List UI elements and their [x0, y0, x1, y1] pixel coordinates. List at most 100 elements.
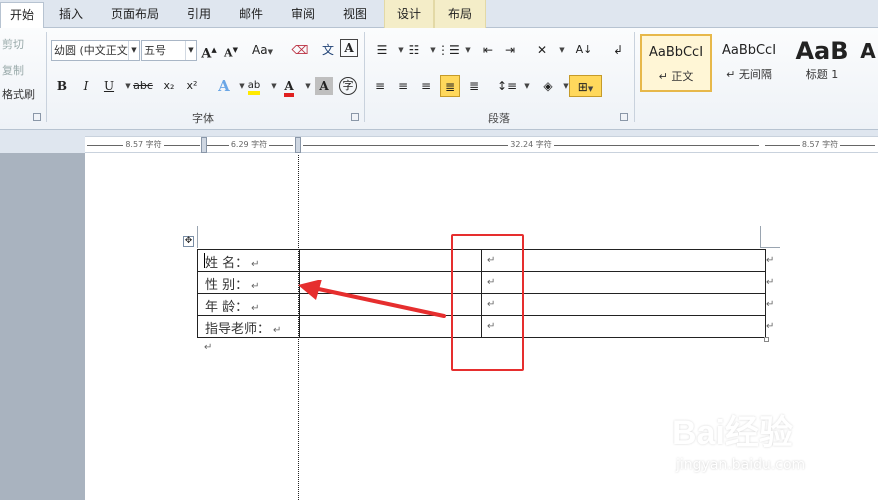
- strikethrough-button[interactable]: abc: [133, 75, 153, 97]
- table-cell-value[interactable]: ↵: [481, 249, 766, 272]
- borders-button[interactable]: ⊞▼: [569, 75, 602, 97]
- bullets-icon[interactable]: ☰: [372, 39, 392, 61]
- highlight-box-annotation: [451, 234, 524, 371]
- chevron-down-icon[interactable]: ▼: [517, 75, 537, 97]
- font-color-icon[interactable]: A: [279, 75, 299, 97]
- enclose-char-icon[interactable]: 字: [339, 77, 357, 95]
- row-end-mark: ↵: [766, 299, 775, 310]
- table-move-handle-icon[interactable]: ✥: [183, 236, 194, 247]
- style-sample: A: [860, 39, 876, 63]
- char-border-icon[interactable]: A: [340, 39, 358, 57]
- phonetic-guide-icon[interactable]: 文: [318, 39, 338, 61]
- table-cell-label[interactable]: 年 龄： ↵: [197, 293, 300, 316]
- align-right-icon[interactable]: ≡: [416, 75, 436, 97]
- underline-button[interactable]: U: [99, 75, 119, 97]
- font-name-combo[interactable]: 幼圆 (中文正文 ▼: [51, 40, 140, 61]
- ribbon: 剪切 复制 格式刷 幼圆 (中文正文 ▼ 五号 ▼ A▲ A▼ Aa▼ ⌫ 文 …: [0, 28, 878, 130]
- ruler-segment: 8.57 字符: [87, 140, 200, 150]
- chevron-down-icon[interactable]: ▼: [552, 39, 572, 61]
- watermark-logo: Bai经验: [672, 414, 793, 452]
- shading-icon[interactable]: ◈: [538, 75, 558, 97]
- tab-table-design[interactable]: 设计: [384, 0, 434, 28]
- justify-icon[interactable]: ≣: [440, 75, 460, 97]
- table-cell-label[interactable]: 性 别： ↵: [197, 271, 300, 294]
- group-separator: [364, 32, 365, 122]
- increase-indent-icon[interactable]: ⇥: [500, 39, 520, 61]
- horizontal-ruler[interactable]: 8.57 字符 6.29 字符 32.24 字符 8.57 字符: [85, 136, 878, 153]
- text-effects-icon[interactable]: A: [214, 75, 234, 97]
- superscript-button[interactable]: x²: [182, 75, 202, 97]
- style-name: ↵ 无间隔: [726, 68, 772, 81]
- tab-mailings[interactable]: 邮件: [232, 2, 270, 28]
- shrink-font-icon[interactable]: A▼: [221, 39, 241, 61]
- group-separator: [46, 32, 47, 122]
- bold-button[interactable]: B: [52, 75, 72, 97]
- margin-corner-mark: [760, 226, 780, 248]
- tab-table-layout[interactable]: 布局: [434, 0, 486, 28]
- style-sample: AaBbCcI: [721, 43, 777, 58]
- font-size-combo[interactable]: 五号 ▼: [141, 40, 197, 61]
- subscript-button[interactable]: x₂: [159, 75, 179, 97]
- line-spacing-icon[interactable]: ↕≡: [497, 75, 517, 97]
- borders-icon: ⊞: [577, 80, 588, 94]
- clipboard-launcher-icon[interactable]: [33, 113, 41, 121]
- numbering-icon[interactable]: ☷: [404, 39, 424, 61]
- chevron-down-icon[interactable]: ▼: [458, 39, 478, 61]
- ruler-segment: 6.29 字符: [205, 140, 293, 150]
- highlight-icon[interactable]: ab: [244, 75, 264, 97]
- tab-home[interactable]: 开始: [0, 2, 44, 29]
- paragraph-mark: ↵: [204, 342, 213, 353]
- tab-review[interactable]: 审阅: [284, 2, 322, 28]
- watermark-url: jingyan.baidu.com: [676, 457, 806, 473]
- group-separator: [634, 32, 635, 122]
- chevron-down-icon[interactable]: ▼: [128, 41, 139, 60]
- style-name: ↵ 正文: [658, 70, 694, 83]
- style-sample: AaB: [795, 37, 849, 65]
- table-cell-value[interactable]: ↵: [481, 271, 766, 294]
- table-cell-value[interactable]: ↵: [481, 315, 766, 338]
- align-left-icon[interactable]: ≡: [370, 75, 390, 97]
- clear-format-icon[interactable]: ⌫: [290, 39, 310, 61]
- style-name: 标题 1: [805, 68, 839, 81]
- paragraph-launcher-icon[interactable]: [620, 113, 628, 121]
- table-resize-handle[interactable]: [764, 337, 769, 342]
- arrow-annotation: [298, 280, 446, 318]
- format-painter-button[interactable]: 格式刷: [2, 86, 35, 102]
- column-marker-handle[interactable]: [201, 137, 207, 153]
- tab-page-layout[interactable]: 页面布局: [105, 2, 165, 28]
- style-heading-1[interactable]: AaB 标题 1: [786, 34, 858, 92]
- style-sample: AaBbCcI: [648, 45, 704, 60]
- style-normal[interactable]: AaBbCcI ↵ 正文: [640, 34, 712, 92]
- table-cell-label[interactable]: 指导老师： ↵: [197, 315, 300, 338]
- column-drag-guide: [298, 155, 299, 500]
- chevron-down-icon: ▼: [267, 48, 273, 56]
- ruler-segment: 32.24 字符: [303, 140, 759, 150]
- multilevel-list-icon[interactable]: ⋮☰: [437, 39, 460, 61]
- italic-button[interactable]: I: [76, 75, 96, 97]
- tab-insert[interactable]: 插入: [52, 2, 90, 28]
- show-marks-icon[interactable]: ↲: [608, 39, 628, 61]
- font-launcher-icon[interactable]: [351, 113, 359, 121]
- tab-references[interactable]: 引用: [180, 2, 218, 28]
- chevron-down-icon[interactable]: ▼: [185, 41, 196, 60]
- row-end-mark: ↵: [766, 277, 775, 288]
- chinese-layout-icon[interactable]: ✕: [532, 39, 552, 61]
- cut-button[interactable]: 剪切: [2, 36, 24, 52]
- copy-button[interactable]: 复制: [2, 62, 24, 78]
- tab-view[interactable]: 视图: [336, 2, 374, 28]
- align-center-icon[interactable]: ≡: [393, 75, 413, 97]
- table-cell-value[interactable]: ↵: [481, 293, 766, 316]
- decrease-indent-icon[interactable]: ⇤: [478, 39, 498, 61]
- grow-font-icon[interactable]: A▲: [199, 39, 219, 61]
- column-marker-handle[interactable]: [295, 137, 301, 153]
- style-heading-2[interactable]: A: [858, 34, 878, 92]
- row-end-mark: ↵: [766, 321, 775, 332]
- sort-icon[interactable]: A↓: [574, 39, 594, 61]
- char-shading-icon[interactable]: A: [315, 77, 333, 95]
- style-no-spacing[interactable]: AaBbCcI ↵ 无间隔: [713, 34, 785, 92]
- paragraph-group-label: 段落: [488, 112, 510, 125]
- change-case-button[interactable]: Aa▼: [252, 39, 273, 61]
- distributed-icon[interactable]: ≣: [464, 75, 484, 97]
- table-cell-label[interactable]: 姓 名： ↵: [197, 249, 300, 272]
- chevron-down-icon: ▼: [587, 85, 594, 93]
